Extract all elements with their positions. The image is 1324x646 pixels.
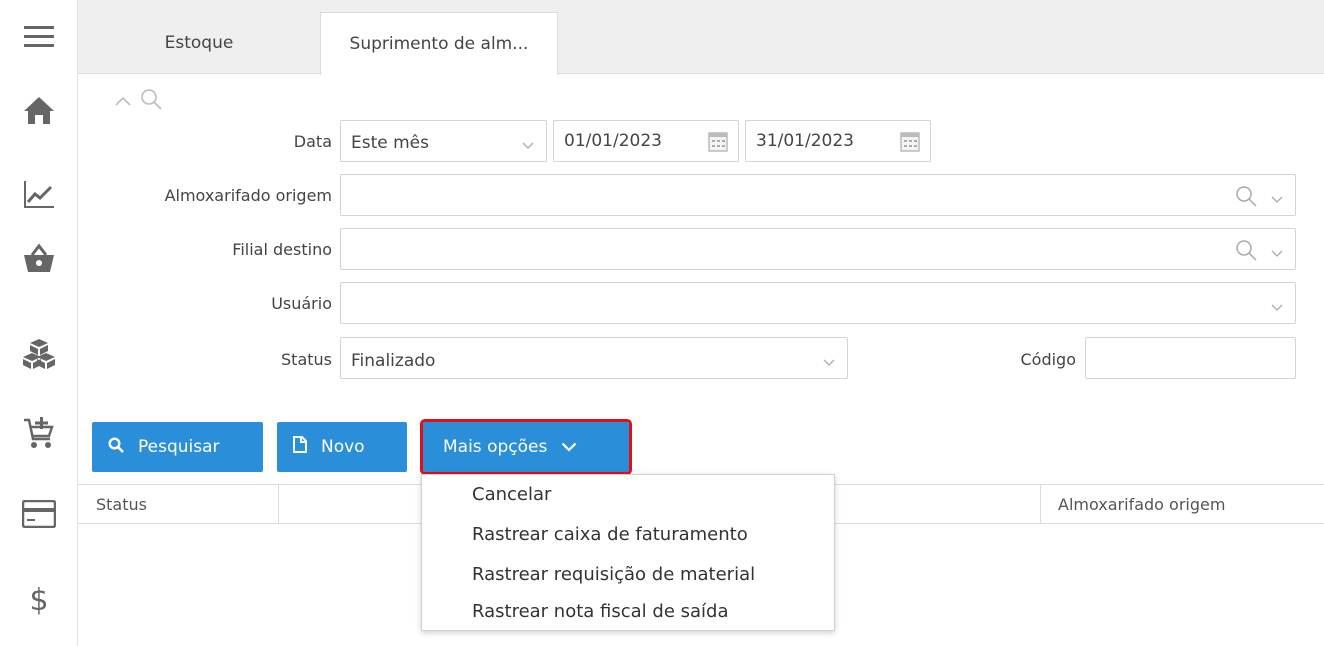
- menu-item-rastrear-requisicao[interactable]: Rastrear requisição de material: [472, 564, 755, 585]
- data-label: Data: [293, 132, 332, 151]
- end-date-input[interactable]: 31/01/2023: [745, 120, 931, 162]
- basket-icon[interactable]: [0, 228, 78, 288]
- chevron-down-icon[interactable]: [1271, 243, 1283, 263]
- search-button-label: Pesquisar: [138, 437, 220, 457]
- filial-destino-label: Filial destino: [232, 240, 332, 259]
- tab-label: Suprimento de alm...: [349, 34, 529, 54]
- menu-item-rastrear-caixa[interactable]: Rastrear caixa de faturamento: [472, 524, 748, 545]
- search-icon: [108, 436, 124, 458]
- tab-bar: Estoque Suprimento de alm...: [78, 0, 1324, 75]
- usuario-select[interactable]: [340, 282, 1296, 324]
- search-icon[interactable]: [1235, 239, 1257, 266]
- almoxarifado-origem-input[interactable]: [340, 174, 1296, 216]
- search-button[interactable]: Pesquisar: [92, 422, 263, 472]
- filter-toggle: [114, 88, 162, 114]
- tab-suprimento[interactable]: Suprimento de alm...: [320, 12, 558, 75]
- cart-add-icon[interactable]: [0, 404, 78, 464]
- search-icon[interactable]: [140, 88, 162, 114]
- chevron-down-icon[interactable]: [1271, 189, 1283, 209]
- chevron-down-icon: [1271, 297, 1283, 317]
- menu-item-rastrear-nota-fiscal[interactable]: Rastrear nota fiscal de saída: [472, 601, 729, 622]
- start-date-input[interactable]: 01/01/2023: [553, 120, 739, 162]
- column-header-status[interactable]: Status: [78, 485, 278, 523]
- period-value: Este mês: [351, 133, 430, 153]
- chevron-down-icon: [823, 352, 835, 372]
- usuario-label: Usuário: [271, 294, 332, 313]
- filial-destino-input[interactable]: [340, 228, 1296, 270]
- dollar-icon[interactable]: $: [0, 570, 78, 630]
- codigo-input[interactable]: [1085, 337, 1296, 379]
- menu-item-cancelar[interactable]: Cancelar: [472, 484, 551, 505]
- dollar-glyph: $: [29, 582, 49, 618]
- tab-estoque[interactable]: Estoque: [78, 12, 320, 74]
- period-select[interactable]: Este mês: [340, 120, 547, 162]
- chevron-down-icon: [561, 437, 577, 457]
- new-button[interactable]: Novo: [277, 422, 407, 472]
- search-icon[interactable]: [1235, 185, 1257, 212]
- home-icon[interactable]: [0, 80, 78, 140]
- sidebar: $: [0, 0, 78, 646]
- file-icon: [293, 436, 307, 458]
- tab-label: Estoque: [164, 33, 234, 53]
- status-label: Status: [281, 350, 332, 369]
- boxes-icon[interactable]: [0, 324, 78, 384]
- calendar-icon[interactable]: [708, 130, 728, 157]
- menu-icon[interactable]: [0, 4, 78, 70]
- new-button-label: Novo: [321, 437, 365, 457]
- chart-icon[interactable]: [0, 164, 78, 224]
- status-select[interactable]: Finalizado: [340, 337, 848, 379]
- card-icon[interactable]: [0, 484, 78, 544]
- more-options-label: Mais opções: [443, 437, 548, 457]
- start-date-value: 01/01/2023: [564, 131, 662, 151]
- column-header-almoxarifado-origem[interactable]: Almoxarifado origem: [1040, 485, 1324, 523]
- chevron-down-icon: [522, 135, 534, 155]
- column-divider: [278, 485, 279, 523]
- codigo-label: Código: [1020, 350, 1076, 369]
- end-date-value: 31/01/2023: [756, 131, 854, 151]
- collapse-chevron-icon[interactable]: [114, 92, 132, 111]
- almoxarifado-origem-label: Almoxarifado origem: [164, 186, 332, 205]
- status-value: Finalizado: [351, 351, 436, 371]
- calendar-icon[interactable]: [900, 130, 920, 157]
- more-options-button[interactable]: Mais opções: [420, 419, 632, 475]
- more-options-menu: Cancelar Rastrear caixa de faturamento R…: [421, 474, 835, 631]
